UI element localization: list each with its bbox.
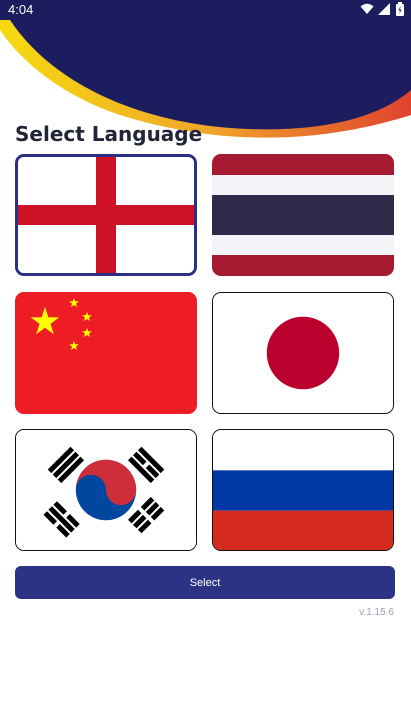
status-time: 4:04 <box>8 2 34 17</box>
status-bar: 4:04 <box>0 0 411 20</box>
china-flag-icon <box>15 292 197 414</box>
language-option-japan[interactable] <box>212 292 394 414</box>
language-option-south-korea[interactable] <box>15 429 197 551</box>
battery-icon <box>396 2 404 16</box>
england-flag-icon <box>18 157 194 273</box>
language-option-thailand[interactable] <box>212 154 394 276</box>
thailand-flag-icon <box>212 154 394 276</box>
language-option-russia[interactable] <box>212 429 394 551</box>
status-icons <box>360 1 405 19</box>
language-option-england[interactable] <box>15 154 197 276</box>
signal-icon <box>378 3 391 15</box>
russia-flag-icon <box>213 430 393 550</box>
page-title: Select Language <box>15 122 203 146</box>
south-korea-flag-icon <box>16 430 196 550</box>
app-version: v.1.15.6 <box>359 607 394 618</box>
wifi-icon <box>360 3 374 14</box>
select-button[interactable]: Select <box>15 566 395 599</box>
language-option-china[interactable] <box>15 292 197 414</box>
japan-flag-icon <box>213 293 393 413</box>
